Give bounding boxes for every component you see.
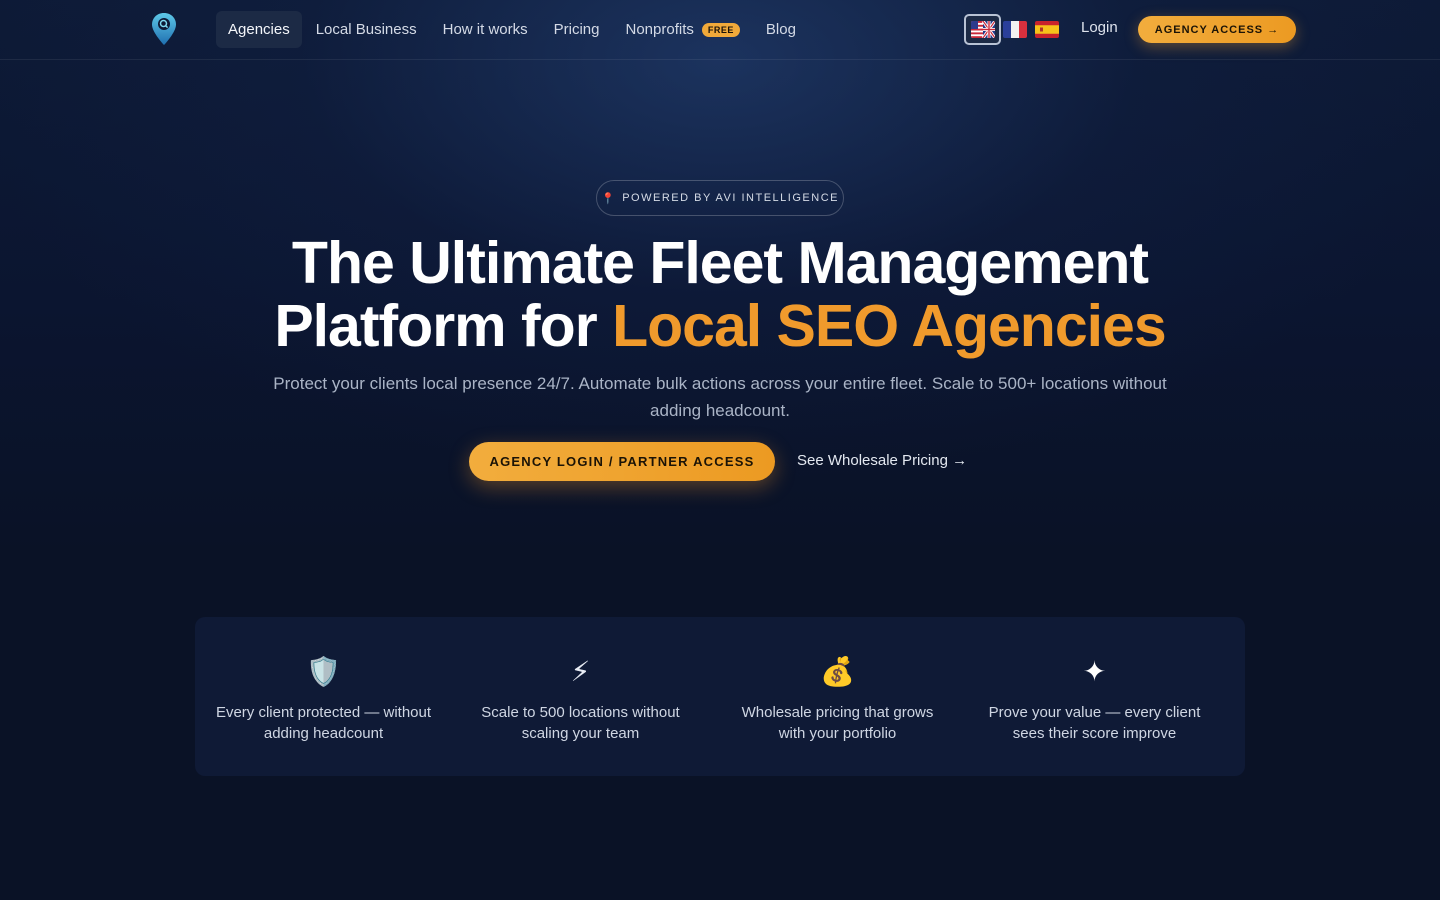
nav-nonprofits-label: Nonprofits <box>625 21 694 38</box>
headline-accent: Local SEO Agencies <box>612 293 1167 359</box>
nav-blog-label: Blog <box>765 21 796 38</box>
feature-text: Every client protected — without adding … <box>215 704 432 742</box>
spain-flag-icon <box>1034 21 1059 38</box>
nav-agencies[interactable]: Agencies <box>216 11 302 48</box>
us-uk-flag-icon <box>970 21 995 38</box>
login-link[interactable]: Login <box>1081 19 1118 36</box>
nav-pricing-label: Pricing <box>553 21 600 38</box>
hero-headline: The Ultimate Fleet Management Platform f… <box>200 232 1240 358</box>
powered-by-text: POWERED BY AVI INTELLIGENCE <box>622 192 839 204</box>
feature-item: ✦ Prove your value — every client sees t… <box>966 617 1223 776</box>
pin-icon: 📍 <box>601 192 617 205</box>
main-menu: Agencies Local Business How it works Pri… <box>216 11 810 48</box>
powered-by-badge: 📍 POWERED BY AVI INTELLIGENCE <box>596 180 844 216</box>
money-bag-icon: 💰 <box>820 656 855 687</box>
lightning-icon: ⚡ <box>570 656 591 687</box>
feature-text: Scale to 500 locations without scaling y… <box>481 704 680 742</box>
language-es[interactable] <box>1028 14 1065 45</box>
feature-item: 💰 Wholesale pricing that grows with your… <box>709 617 966 776</box>
top-navigation: Agencies Local Business How it works Pri… <box>0 0 1440 60</box>
feature-item: 🛡️ Every client protected — without addi… <box>195 617 452 776</box>
shield-icon: 🛡️ <box>306 656 341 687</box>
feature-text: Prove your value — every client sees the… <box>988 704 1201 742</box>
nav-how-it-works[interactable]: How it works <box>431 11 540 48</box>
free-badge: FREE <box>701 22 740 37</box>
nav-local-business-label: Local Business <box>315 21 417 38</box>
nav-agencies-label: Agencies <box>228 21 290 38</box>
features-strip: 🛡️ Every client protected — without addi… <box>195 617 1245 776</box>
agency-access-button[interactable]: AGENCY ACCESS → <box>1138 16 1296 43</box>
nav-how-it-works-label: How it works <box>442 21 528 38</box>
language-switcher <box>964 14 1060 45</box>
nav-local-business[interactable]: Local Business <box>304 11 429 48</box>
nav-blog[interactable]: Blog <box>754 11 808 48</box>
hero-subheading: Protect your clients local presence 24/7… <box>273 374 1167 420</box>
feature-item: ⚡ Scale to 500 locations without scaling… <box>452 617 709 776</box>
agency-login-button[interactable]: AGENCY LOGIN / PARTNER ACCESS <box>469 442 775 481</box>
wholesale-pricing-link[interactable]: See Wholesale Pricing → <box>797 452 967 469</box>
logo-pin-icon[interactable] <box>150 12 178 46</box>
nav-nonprofits[interactable]: Nonprofits FREE <box>614 11 752 48</box>
nav-pricing[interactable]: Pricing <box>542 11 612 48</box>
feature-text: Wholesale pricing that grows with your p… <box>741 704 934 742</box>
sparkle-icon: ✦ <box>1082 656 1107 687</box>
france-flag-icon <box>1002 21 1027 38</box>
